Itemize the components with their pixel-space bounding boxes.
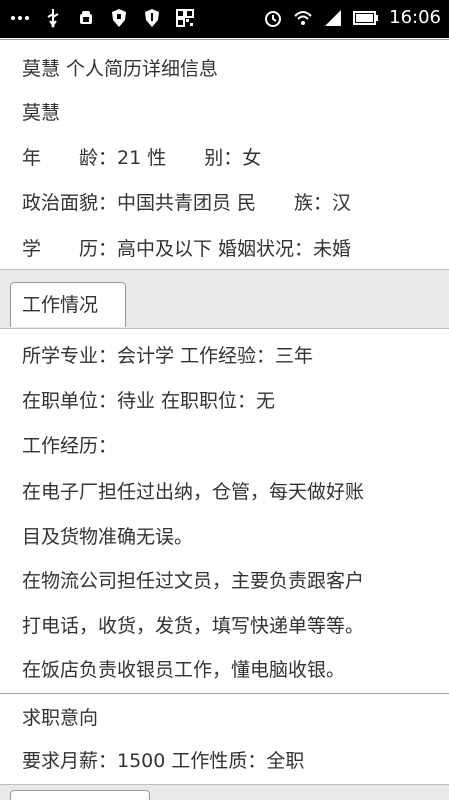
bottom-tab[interactable] <box>10 790 150 800</box>
status-bar: 16:06 <box>0 0 449 38</box>
major-experience-row: 所学专业：会计学 工作经验：三年 <box>22 345 314 367</box>
status-right-icons: 16:06 <box>263 7 441 29</box>
top-divider <box>0 39 449 40</box>
status-left-icons <box>10 8 195 28</box>
wifi-icon <box>294 11 312 25</box>
unit-position-row: 在职单位：待业 在职职位：无 <box>22 390 276 412</box>
battery-icon <box>353 11 379 25</box>
page-title: 莫慧 个人简历详细信息 <box>22 58 219 80</box>
work-history-line: 在电子厂担任过出纳，仓管，每天做好账 <box>22 481 365 503</box>
education-marital-row: 学 历：高中及以下 婚姻状况：未婚 <box>22 238 352 260</box>
usb-icon <box>47 9 59 28</box>
more-icon <box>11 16 29 20</box>
work-history-line: 目及货物准确无误。 <box>22 526 194 548</box>
shield-icon <box>112 9 126 27</box>
tab-work-situation[interactable]: 工作情况 <box>10 282 126 327</box>
tab-work-situation-label: 工作情况 <box>22 294 99 316</box>
alarm-icon <box>265 11 282 27</box>
work-history-line: 在物流公司担任过文员，主要负责跟客户 <box>22 570 365 592</box>
shield-icon <box>145 9 159 27</box>
person-name: 莫慧 <box>22 102 61 124</box>
work-history-line: 在饭店负责收银员工作，懂电脑收银。 <box>22 659 346 681</box>
job-intent-heading: 求职意向 <box>22 707 99 729</box>
clock-time: 16:06 <box>389 7 441 28</box>
signal-icon <box>325 10 342 26</box>
app-icon <box>176 9 194 27</box>
politics-ethnic-row: 政治面貌：中国共青团员 民 族：汉 <box>22 192 352 214</box>
work-history-line: 打电话，收货，发货，填写快递单等等。 <box>22 615 365 637</box>
work-history-label: 工作经历： <box>22 435 118 457</box>
salary-jobtype-row: 要求月薪：1500 工作性质：全职 <box>22 750 305 772</box>
age-gender-row: 年 龄：21 性 别：女 <box>22 147 262 169</box>
android-icon <box>80 11 92 24</box>
resume-content[interactable]: 莫慧 个人简历详细信息 莫慧 年 龄：21 性 别：女 政治面貌：中国共青团员 … <box>0 38 449 800</box>
section-divider <box>0 693 449 694</box>
